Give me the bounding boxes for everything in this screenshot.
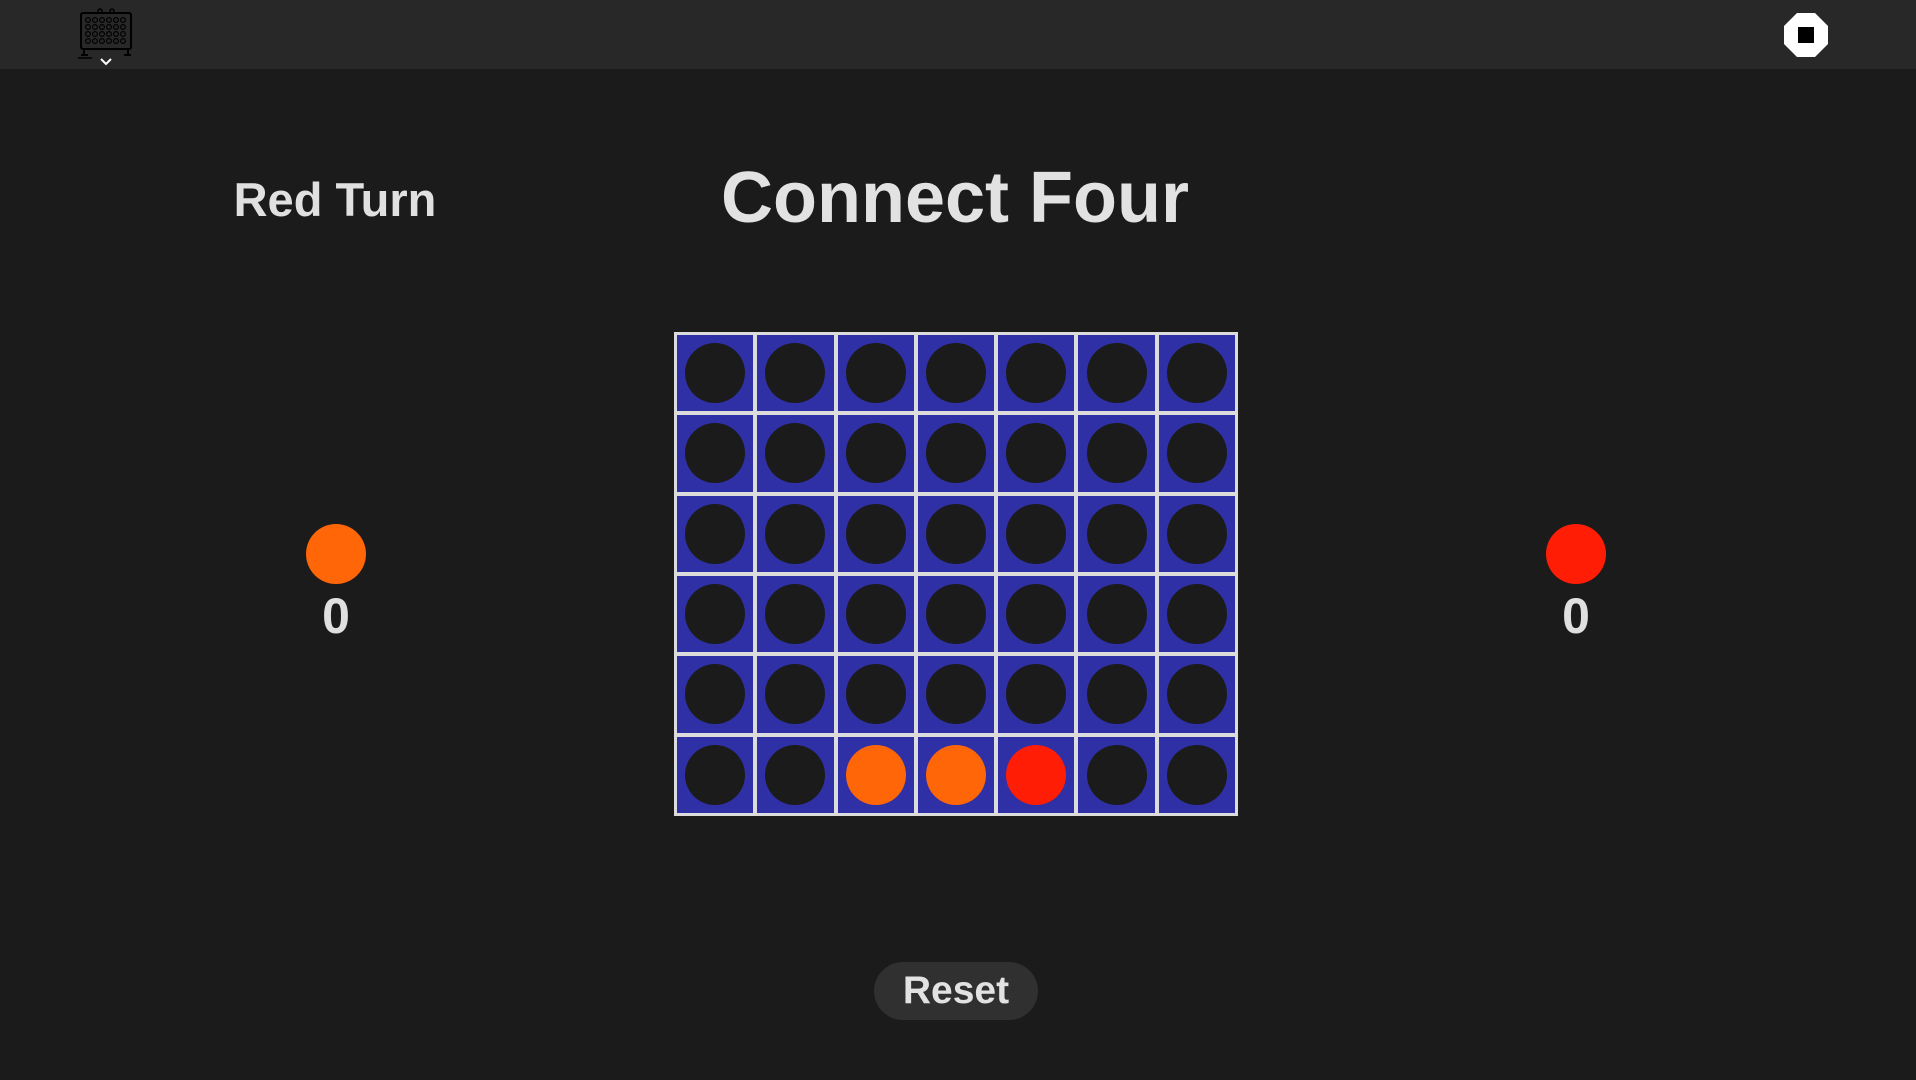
- empty-slot: [1006, 343, 1067, 404]
- stop-button[interactable]: [1783, 12, 1829, 58]
- empty-slot: [1006, 584, 1067, 645]
- game-board: [674, 332, 1238, 816]
- empty-slot: [1086, 664, 1147, 725]
- board-cell[interactable]: [677, 656, 754, 733]
- red-disc: [1006, 744, 1067, 805]
- empty-slot: [685, 664, 746, 725]
- orange-disc: [845, 744, 906, 805]
- board-cell[interactable]: [998, 656, 1075, 733]
- empty-slot: [1006, 423, 1067, 484]
- player-red-panel: 0: [1516, 524, 1636, 646]
- empty-slot: [685, 423, 746, 484]
- board-cell[interactable]: [1158, 335, 1235, 412]
- turn-indicator: Red Turn: [233, 173, 437, 226]
- empty-slot: [925, 584, 986, 645]
- board-cell[interactable]: [1158, 576, 1235, 653]
- empty-slot: [1166, 584, 1227, 645]
- empty-slot: [925, 664, 986, 725]
- board-cell[interactable]: [998, 736, 1075, 813]
- empty-slot: [1086, 503, 1147, 564]
- board-cell[interactable]: [1078, 335, 1155, 412]
- red-player-score: 0: [1562, 588, 1590, 644]
- board-cell[interactable]: [837, 736, 914, 813]
- empty-slot: [845, 343, 906, 404]
- page-title: Connect Four: [721, 158, 1189, 238]
- empty-slot: [1086, 343, 1147, 404]
- chevron-down-icon[interactable]: [99, 54, 113, 66]
- empty-slot: [845, 423, 906, 484]
- board-cell[interactable]: [837, 576, 914, 653]
- board-cell[interactable]: [1158, 495, 1235, 572]
- board-cell[interactable]: [998, 495, 1075, 572]
- empty-slot: [845, 664, 906, 725]
- empty-slot: [685, 343, 746, 404]
- board-cell[interactable]: [677, 736, 754, 813]
- orange-player-disc: [306, 524, 366, 584]
- empty-slot: [765, 584, 826, 645]
- board-cell[interactable]: [1078, 656, 1155, 733]
- empty-slot: [765, 744, 826, 805]
- empty-slot: [845, 503, 906, 564]
- board-cell[interactable]: [998, 576, 1075, 653]
- empty-slot: [1086, 744, 1147, 805]
- empty-slot: [925, 423, 986, 484]
- board-cell[interactable]: [998, 415, 1075, 492]
- stop-icon: [1784, 13, 1828, 57]
- empty-slot: [1166, 664, 1227, 725]
- board-cell[interactable]: [757, 495, 834, 572]
- empty-slot: [1166, 343, 1227, 404]
- empty-slot: [1086, 423, 1147, 484]
- empty-slot: [1166, 503, 1227, 564]
- board-cell[interactable]: [917, 415, 995, 492]
- board-cell[interactable]: [917, 335, 995, 412]
- board-cell[interactable]: [837, 495, 914, 572]
- board-cell[interactable]: [1158, 656, 1235, 733]
- empty-slot: [1006, 664, 1067, 725]
- board-cell[interactable]: [1078, 495, 1155, 572]
- board-cell[interactable]: [998, 335, 1075, 412]
- board-cell[interactable]: [757, 415, 834, 492]
- board-cell[interactable]: [917, 576, 995, 653]
- board-cell[interactable]: [917, 656, 995, 733]
- red-player-disc: [1546, 524, 1606, 584]
- empty-slot: [925, 503, 986, 564]
- empty-slot: [1006, 503, 1067, 564]
- orange-disc: [925, 744, 986, 805]
- top-bar: [0, 0, 1916, 69]
- board-cell[interactable]: [837, 656, 914, 733]
- empty-slot: [685, 744, 746, 805]
- board-cell[interactable]: [1078, 736, 1155, 813]
- empty-slot: [925, 343, 986, 404]
- empty-slot: [685, 503, 746, 564]
- board-cell[interactable]: [757, 335, 834, 412]
- board-cell[interactable]: [757, 736, 834, 813]
- board-cell[interactable]: [837, 415, 914, 492]
- board-cell[interactable]: [917, 495, 995, 572]
- board-cell[interactable]: [677, 335, 754, 412]
- empty-slot: [765, 423, 826, 484]
- empty-slot: [765, 503, 826, 564]
- board-cell[interactable]: [1078, 576, 1155, 653]
- empty-slot: [1166, 744, 1227, 805]
- board-cell[interactable]: [677, 576, 754, 653]
- empty-slot: [765, 343, 826, 404]
- board-cell[interactable]: [917, 736, 995, 813]
- orange-player-score: 0: [322, 588, 350, 644]
- board-cell[interactable]: [757, 656, 834, 733]
- player-orange-panel: 0: [276, 524, 396, 646]
- empty-slot: [1086, 584, 1147, 645]
- board-cell[interactable]: [677, 415, 754, 492]
- board-cell[interactable]: [837, 335, 914, 412]
- reset-button[interactable]: Reset: [874, 962, 1038, 1020]
- board-cell[interactable]: [1078, 415, 1155, 492]
- board-cell[interactable]: [757, 576, 834, 653]
- board-cell[interactable]: [1158, 736, 1235, 813]
- empty-slot: [685, 584, 746, 645]
- board-cell[interactable]: [677, 495, 754, 572]
- empty-slot: [765, 664, 826, 725]
- board-cell[interactable]: [1158, 415, 1235, 492]
- empty-slot: [1166, 423, 1227, 484]
- empty-slot: [845, 584, 906, 645]
